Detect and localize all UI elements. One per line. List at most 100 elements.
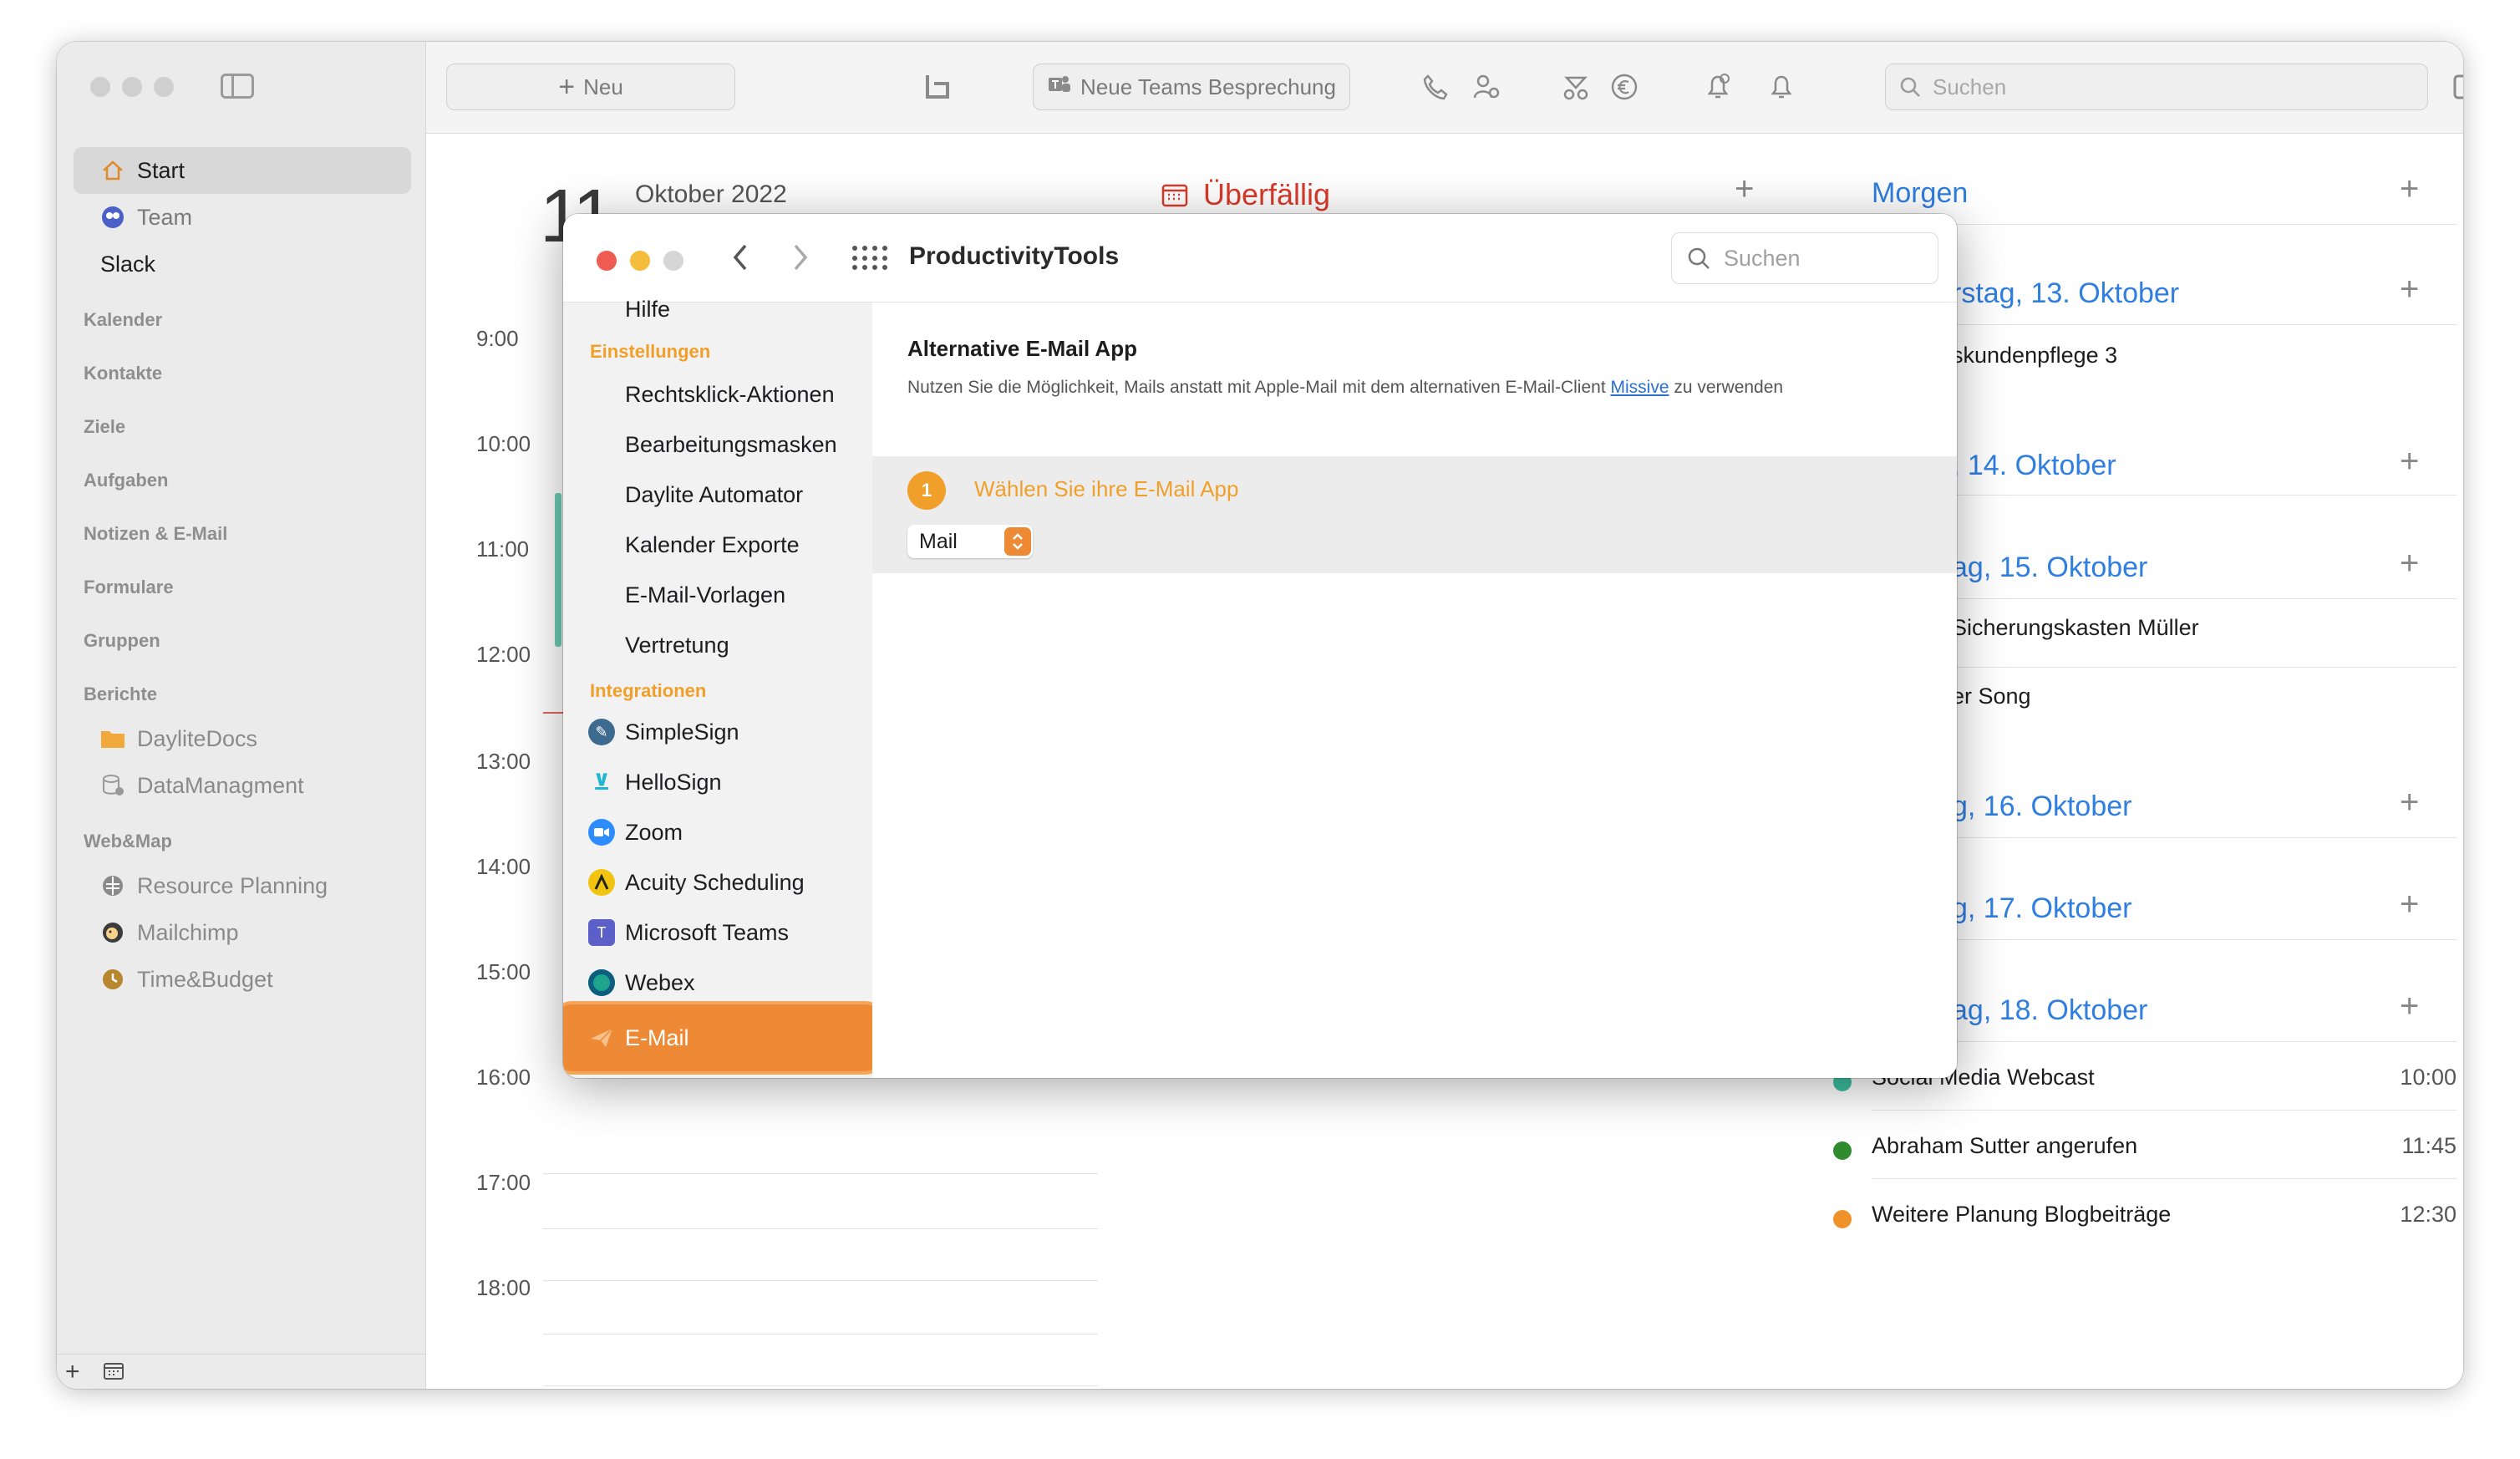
hour-label: 16:00 [476, 1065, 531, 1090]
add-day-button[interactable]: + [2400, 443, 2419, 480]
sidebar-list: Start Team Slack Kalender Kontakte Ziele… [74, 147, 411, 1003]
add-day-button[interactable]: + [2400, 271, 2419, 308]
divider [1872, 667, 2456, 668]
sidebar-item-start[interactable]: Start [74, 147, 411, 194]
upcoming-item[interactable]: skundenpflege 3 [1952, 343, 2117, 369]
nav-item-hellosign[interactable]: ⊻ HelloSign [563, 757, 872, 807]
sidebar-item-label: Time&Budget [137, 966, 273, 992]
sidebar-toggle-icon[interactable] [221, 74, 254, 99]
minimize-window-button[interactable] [122, 77, 142, 97]
dialog-search-placeholder: Suchen [1724, 245, 1801, 271]
sidebar-section-gruppen[interactable]: Gruppen [74, 608, 411, 662]
nav-item-email-vorlagen[interactable]: E-Mail-Vorlagen [563, 570, 872, 620]
section-description: Nutzen Sie die Möglichkeit, Mails anstat… [907, 378, 1783, 398]
dialog-zoom-button[interactable] [663, 251, 683, 271]
sidebar-item-slack[interactable]: Slack [74, 241, 411, 287]
teams-meeting-label: Neue Teams Besprechung [1080, 74, 1336, 99]
nav-item-bearbeitungsmasken[interactable]: Bearbeitungsmasken [563, 419, 872, 470]
nav-item-webex[interactable]: Webex [563, 958, 872, 1008]
database-icon [100, 773, 125, 798]
sidebar-section-formulare[interactable]: Formulare [74, 555, 411, 608]
nav-item-label: Kalender Exporte [625, 531, 800, 557]
nav-item-simplesign[interactable]: ✎ SimpleSign [563, 707, 872, 757]
search-icon [1688, 247, 1710, 269]
teams-icon: T [588, 919, 615, 946]
add-morgen-button[interactable]: + [2400, 170, 2419, 208]
upcoming-item[interactable]: er Song [1952, 684, 2031, 709]
workflow-icon[interactable] [1557, 69, 1594, 105]
inspector-toggle-icon[interactable] [2451, 69, 2463, 105]
nav-item-automator[interactable]: Daylite Automator [563, 470, 872, 520]
nav-item-label: Rechtsklick-Aktionen [625, 381, 835, 407]
sidebar-section-berichte[interactable]: Berichte [74, 662, 411, 715]
sidebar-item-daylitedocs[interactable]: DayliteDocs [74, 715, 411, 762]
add-day-button[interactable]: + [2400, 545, 2419, 582]
phone-icon[interactable] [1417, 69, 1454, 105]
dialog-search-field[interactable]: Suchen [1671, 232, 1938, 284]
calendar-event[interactable] [555, 493, 561, 647]
nav-item-microsoft-teams[interactable]: T Microsoft Teams [563, 907, 872, 958]
sidebar-section-kontakte[interactable]: Kontakte [74, 341, 411, 394]
new-button[interactable]: + Neu [446, 64, 735, 110]
webex-icon [588, 969, 615, 996]
divider [1872, 495, 2456, 496]
sidebar-item-label: DataManagment [137, 772, 304, 798]
search-icon [1900, 77, 1920, 97]
sidebar-item-datamanagment[interactable]: DataManagment [74, 762, 411, 809]
add-overdue-button[interactable]: + [1735, 170, 1754, 208]
dialog-close-button[interactable] [597, 251, 617, 271]
nav-item-kalender-exporte[interactable]: Kalender Exporte [563, 520, 872, 570]
daylite-icon[interactable] [919, 69, 956, 105]
call-person-icon[interactable] [1467, 69, 1504, 105]
upcoming-item[interactable]: Abraham Sutter angerufen [1872, 1133, 2137, 1159]
nav-item-rechtsklick[interactable]: Rechtsklick-Aktionen [563, 369, 872, 419]
sidebar-section-aufgaben[interactable]: Aufgaben [74, 448, 411, 501]
notification-settings-icon[interactable] [1699, 69, 1736, 105]
day-header: g, 17. Oktober [1952, 892, 2132, 924]
sidebar-section-kalender[interactable]: Kalender [74, 287, 411, 341]
day-header: g, 16. Oktober [1952, 791, 2132, 822]
step-number-badge: 1 [907, 471, 946, 510]
sidebar-section-notizen[interactable]: Notizen & E-Mail [74, 501, 411, 555]
upcoming-time: 12:30 [2400, 1202, 2456, 1227]
sidebar-section-webmap[interactable]: Web&Map [74, 809, 411, 862]
add-icon[interactable]: + [65, 1358, 80, 1386]
house-icon [100, 158, 125, 183]
window-controls [90, 77, 174, 97]
nav-item-acuity[interactable]: Acuity Scheduling [563, 857, 872, 907]
sidebar-item-label: Start [137, 157, 185, 183]
grid-icon[interactable] [852, 246, 887, 271]
sidebar-item-team[interactable]: Team [74, 194, 411, 241]
email-app-select[interactable]: Mail [907, 525, 1033, 558]
nav-item-vertretung[interactable]: Vertretung [563, 620, 872, 670]
forward-icon[interactable] [790, 242, 810, 281]
teams-meeting-button[interactable]: Neue Teams Besprechung [1033, 64, 1350, 110]
sidebar-item-resource-planning[interactable]: Resource Planning [74, 862, 411, 909]
chevron-updown-icon [1004, 527, 1031, 556]
toolbar-search-placeholder: Suchen [1933, 74, 2007, 99]
nav-item-zoom[interactable]: Zoom [563, 807, 872, 857]
upcoming-item[interactable]: Weitere Planung Blogbeiträge [1872, 1202, 2171, 1228]
nav-item-email[interactable]: E-Mail [563, 1013, 872, 1063]
euro-icon[interactable] [1606, 69, 1643, 105]
nav-item-hilfe[interactable]: Hilfe [563, 292, 872, 326]
sidebar-item-time-budget[interactable]: Time&Budget [74, 956, 411, 1003]
sidebar-item-mailchimp[interactable]: Mailchimp [74, 909, 411, 956]
close-window-button[interactable] [90, 77, 110, 97]
sidebar-section-ziele[interactable]: Ziele [74, 394, 411, 448]
add-day-button[interactable]: + [2400, 886, 2419, 923]
calendar-small-icon[interactable] [103, 1358, 124, 1386]
bell-icon[interactable] [1763, 69, 1800, 105]
dialog-minimize-button[interactable] [630, 251, 650, 271]
missive-link[interactable]: Missive [1611, 378, 1669, 397]
hour-label: 11:00 [476, 536, 530, 562]
divider [1872, 1178, 2456, 1179]
zoom-window-button[interactable] [154, 77, 174, 97]
back-icon[interactable] [730, 242, 750, 281]
add-day-button[interactable]: + [2400, 988, 2419, 1025]
upcoming-time: 11:45 [2401, 1133, 2456, 1158]
toolbar-search-field[interactable]: Suchen [1885, 64, 2428, 110]
upcoming-item[interactable]: Sicherungskasten Müller [1952, 615, 2199, 641]
toolbar: + Neu Neue Teams Besprechung Suchen [426, 42, 2463, 134]
add-day-button[interactable]: + [2400, 784, 2419, 821]
